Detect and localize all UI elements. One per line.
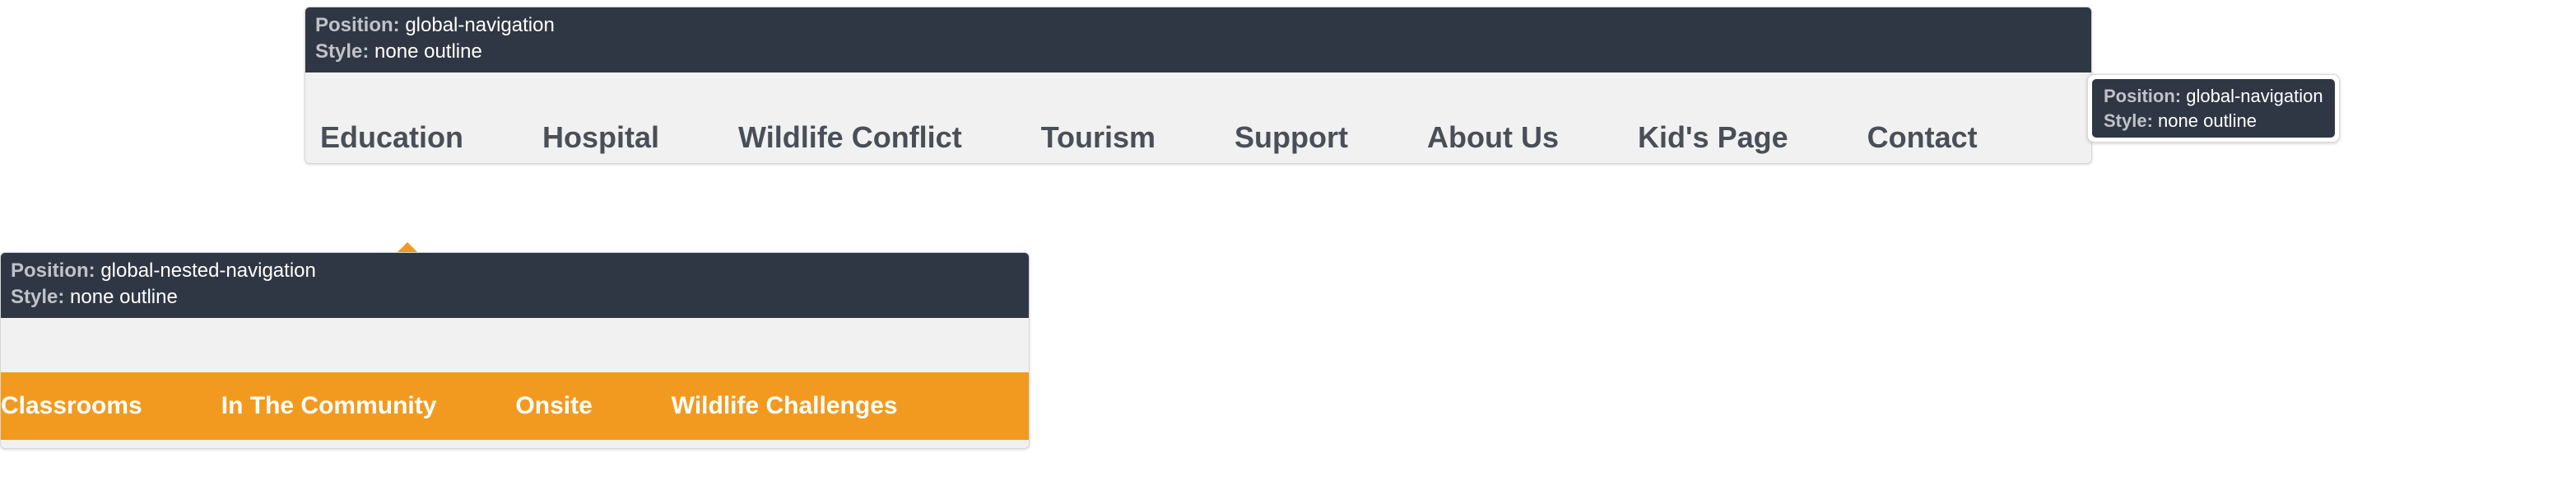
sub-nav: Classrooms In The Community Onsite Wildl… — [1, 372, 1029, 440]
subnav-item-classrooms[interactable]: Classrooms — [1, 392, 182, 420]
main-nav-strip: Education Hospital Wildlife Conflict Tou… — [305, 72, 2091, 163]
module-header: Position: global-navigation Style: none … — [305, 7, 2091, 72]
position-label: Position: — [2104, 86, 2181, 106]
module-header: Position: global-nested-navigation Style… — [1, 253, 1029, 318]
global-navigation-module: Position: global-navigation Style: none … — [305, 7, 2092, 164]
nav-item-contact[interactable]: Contact — [1828, 112, 2017, 155]
subnav-item-in-the-community[interactable]: In The Community — [182, 392, 477, 420]
nav-item-education[interactable]: Education — [312, 112, 503, 155]
position-value: global-navigation — [2186, 86, 2323, 106]
nav-item-wildlife-conflict[interactable]: Wildlife Conflict — [699, 112, 1002, 155]
subnav-item-wildlife-challenges[interactable]: Wildlife Challenges — [632, 392, 937, 420]
position-label: Position: — [315, 14, 400, 36]
global-nested-navigation-module: Position: global-nested-navigation Style… — [0, 252, 1030, 449]
style-value: none outline — [374, 40, 482, 63]
subnav-bottom-pad — [1, 440, 1029, 448]
position-value: global-navigation — [405, 14, 554, 36]
position-label: Position: — [11, 259, 95, 282]
nav-item-support[interactable]: Support — [1195, 112, 1388, 155]
position-value: global-nested-navigation — [100, 259, 316, 282]
style-value: none outline — [70, 286, 178, 308]
nav-item-tourism[interactable]: Tourism — [1002, 112, 1195, 155]
nav-item-hospital[interactable]: Hospital — [503, 112, 699, 155]
style-value: none outline — [2158, 110, 2257, 131]
nav-item-kids-page[interactable]: Kid's Page — [1598, 112, 1828, 155]
tooltip-header: Position: global-navigation Style: none … — [2092, 79, 2335, 138]
module-tooltip: Position: global-navigation Style: none … — [2092, 79, 2335, 138]
module-tooltip-wrapper: Position: global-navigation Style: none … — [2087, 74, 2340, 143]
subnav-item-onsite[interactable]: Onsite — [476, 392, 631, 420]
nav-item-about-us[interactable]: About Us — [1388, 112, 1598, 155]
style-label: Style: — [11, 286, 64, 308]
main-nav: Education Hospital Wildlife Conflict Tou… — [305, 72, 2091, 163]
style-label: Style: — [315, 40, 369, 63]
subnav-spacer — [1, 318, 1029, 372]
style-label: Style: — [2104, 110, 2153, 131]
